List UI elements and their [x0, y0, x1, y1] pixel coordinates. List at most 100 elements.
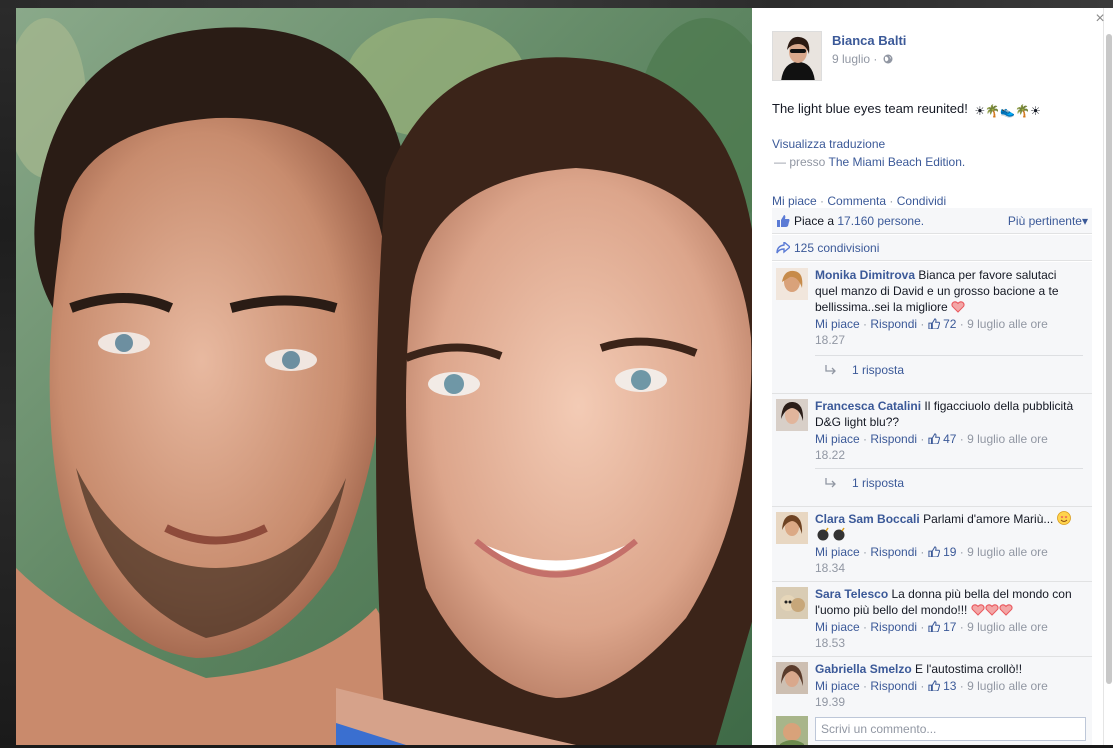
comment-text: La donna più bella del mondo con	[891, 587, 1072, 601]
comment-timestamp-time: 18.34	[815, 561, 846, 575]
comment-reply-button[interactable]: Rispondi	[870, 545, 917, 559]
comments-list: Monika Dimitrova Bianca per favore salut…	[772, 262, 1092, 714]
comment-text: Bianca per favore salutaci	[918, 268, 1057, 282]
comment-like-button[interactable]: Mi piace	[815, 620, 860, 634]
comment-timestamp[interactable]: 9 luglio alle ore	[967, 679, 1048, 693]
post-message: The light blue eyes team reunited! ☀🌴👟🌴☀	[772, 100, 1092, 120]
post-photo[interactable]	[16, 8, 752, 745]
palm-tree-emoji-icon: 🌴	[985, 104, 1001, 118]
post-author-header: Bianca Balti 9 luglio ·	[772, 31, 1092, 83]
commenter-avatar[interactable]	[776, 587, 808, 619]
comment-like-count[interactable]: 19	[943, 545, 956, 559]
comment-reply-button[interactable]: Rispondi	[870, 317, 917, 331]
comment-like-button[interactable]: Mi piace	[815, 317, 860, 331]
heart-emoji-icon	[985, 604, 999, 616]
comment-text: Parlami d'amore Mariù...	[923, 512, 1054, 526]
author-avatar[interactable]	[772, 31, 822, 81]
like-button[interactable]: Mi piace	[772, 194, 817, 208]
post-location: — presso The Miami Beach Edition.	[774, 155, 965, 169]
comment-input[interactable]	[815, 717, 1086, 741]
thumbs-up-icon	[928, 433, 940, 444]
author-name[interactable]: Bianca Balti	[832, 33, 906, 48]
comment-like-count[interactable]: 47	[943, 432, 956, 446]
comment-reply-button[interactable]: Rispondi	[870, 679, 917, 693]
comment-author[interactable]: Clara Sam Boccali	[815, 512, 920, 526]
comment-meta: Mi piace · Rispondi · 47 · 9 luglio alle…	[815, 432, 1048, 462]
post-meta: 9 luglio ·	[832, 52, 893, 66]
commenter-avatar[interactable]	[776, 268, 808, 300]
comment-sort-dropdown[interactable]: Più pertinente▾	[1008, 208, 1088, 234]
chevron-down-icon: ▾	[1081, 214, 1088, 228]
view-replies-row[interactable]: 1 risposta	[815, 468, 1083, 498]
post-emojis: ☀🌴👟🌴☀	[974, 102, 1040, 120]
comment-meta: Mi piace · Rispondi · 19 · 9 luglio alle…	[815, 545, 1048, 575]
post-message-text: The light blue eyes team reunited!	[772, 101, 968, 116]
comment-reply-button[interactable]: Rispondi	[870, 620, 917, 634]
post-details-panel: Bianca Balti 9 luglio · The light blue e…	[752, 8, 1103, 745]
heart-emoji-icon	[951, 301, 965, 313]
reply-arrow-icon	[825, 478, 836, 488]
replies-link[interactable]: 1 risposta	[852, 468, 904, 498]
actions-dot: ·	[889, 194, 894, 208]
view-replies-row[interactable]: 1 risposta	[815, 355, 1083, 385]
comment-like-button[interactable]: Mi piace	[815, 545, 860, 559]
comment-timestamp[interactable]: 9 luglio alle ore	[967, 432, 1048, 446]
comment-text: D&G light blu??	[815, 415, 900, 429]
scrollbar-thumb[interactable]	[1106, 34, 1112, 684]
location-prefix: — presso	[774, 155, 826, 169]
shoe-emoji-icon: 👟	[1000, 104, 1016, 118]
comment-like-button[interactable]: Mi piace	[815, 679, 860, 693]
comment-body: Monika Dimitrova Bianca per favore salut…	[815, 267, 1087, 348]
likes-count-link[interactable]: 17.160 persone.	[837, 214, 924, 228]
thumbs-up-icon	[928, 318, 940, 329]
commenter-avatar[interactable]	[776, 399, 808, 431]
post-actions: Mi piace · Commenta · Condividi	[772, 194, 946, 208]
comment-text: bellissima..sei la migliore	[815, 300, 948, 314]
panel-scrollbar[interactable]	[1103, 8, 1113, 745]
heart-eyes-emoji-icon	[1056, 511, 1071, 525]
replies-link[interactable]: 1 risposta	[852, 355, 904, 385]
heart-emoji-icon	[999, 604, 1013, 616]
comment-timestamp[interactable]: 9 luglio alle ore	[967, 620, 1048, 634]
selfie-photo-illustration	[16, 8, 752, 745]
comment-button[interactable]: Commenta	[827, 194, 886, 208]
globe-icon[interactable]	[883, 54, 893, 64]
comment-reply-button[interactable]: Rispondi	[870, 432, 917, 446]
sun-emoji-icon: ☀	[974, 104, 986, 118]
thumbs-up-icon	[928, 621, 940, 632]
comment-author[interactable]: Gabriella Smelzo	[815, 662, 912, 676]
post-date[interactable]: 9 luglio	[832, 52, 870, 66]
comment-divider	[772, 581, 1092, 582]
comment-timestamp-time: 18.53	[815, 636, 846, 650]
comment-text: quel manzo di David e un grosso bacione …	[815, 284, 1059, 298]
comment-meta: Mi piace · Rispondi · 17 · 9 luglio alle…	[815, 620, 1048, 650]
comment-body: Gabriella Smelzo E l'autostima crollò!! …	[815, 661, 1087, 710]
location-link[interactable]: The Miami Beach Edition.	[828, 155, 965, 169]
close-icon[interactable]: ×	[1093, 11, 1107, 27]
comment-divider	[772, 656, 1092, 657]
likes-summary: Piace a 17.160 persone. Più pertinente▾	[772, 208, 1092, 234]
share-button[interactable]: Condividi	[897, 194, 946, 208]
comment-divider	[772, 506, 1092, 507]
shares-count-link[interactable]: 125 condivisioni	[794, 235, 879, 261]
comment-author[interactable]: Francesca Catalini	[815, 399, 921, 413]
comment-like-count[interactable]: 72	[943, 317, 956, 331]
reply-arrow-icon	[825, 365, 836, 375]
page-background-left	[0, 8, 16, 748]
comment-timestamp[interactable]: 9 luglio alle ore	[967, 545, 1048, 559]
commenter-avatar[interactable]	[776, 662, 808, 694]
comment-timestamp[interactable]: 9 luglio alle ore	[967, 317, 1048, 331]
heart-emoji-icon	[971, 604, 985, 616]
comment-like-count[interactable]: 13	[943, 679, 956, 693]
comment-author[interactable]: Monika Dimitrova	[815, 268, 915, 282]
comment-like-button[interactable]: Mi piace	[815, 432, 860, 446]
comment-text: Il figacciuolo della pubblicità	[924, 399, 1074, 413]
likes-text: Piace a 17.160 persone.	[794, 208, 924, 234]
current-user-avatar	[776, 716, 808, 745]
comment-composer	[772, 714, 1092, 745]
actions-dot: ·	[820, 194, 825, 208]
commenter-avatar[interactable]	[776, 512, 808, 544]
see-translation-link[interactable]: Visualizza traduzione	[772, 137, 885, 151]
comment-like-count[interactable]: 17	[943, 620, 956, 634]
comment-author[interactable]: Sara Telesco	[815, 587, 888, 601]
